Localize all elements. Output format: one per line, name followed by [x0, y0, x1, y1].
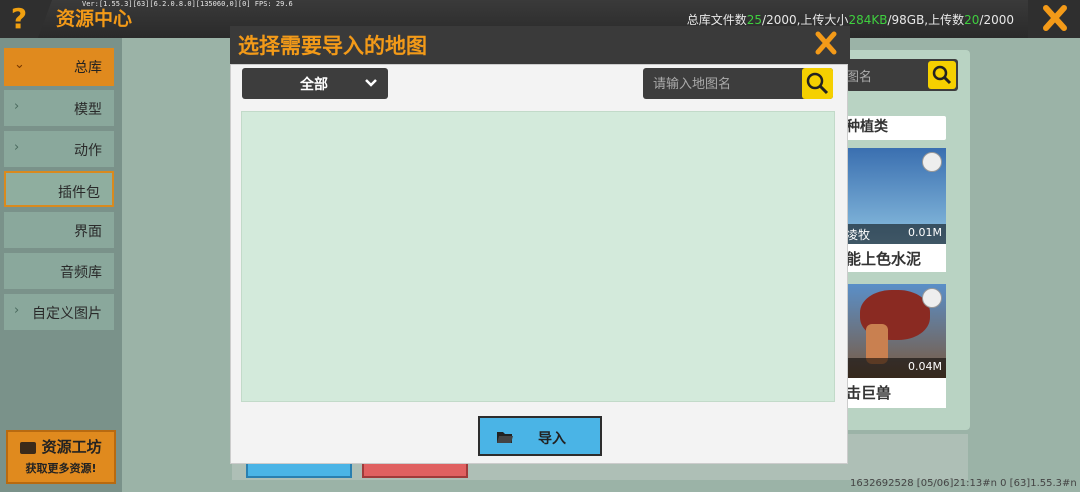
sidebar-item-ui[interactable]: 界面	[4, 212, 114, 248]
background-action-button-blue[interactable]	[246, 462, 352, 478]
import-label: 导入	[538, 431, 566, 447]
chevron-down-icon	[365, 79, 377, 87]
card-size: 0.01M	[908, 226, 942, 239]
upload-size-max: /98GB,上传数	[887, 13, 965, 27]
resource-card[interactable]: 种植类	[846, 116, 946, 140]
resource-workshop-button[interactable]: 资源工坊 获取更多资源!	[6, 430, 116, 484]
map-search-field	[643, 68, 833, 99]
card-size: 0.04M	[908, 360, 942, 373]
close-icon	[815, 31, 837, 55]
map-filter-dropdown[interactable]: 全部	[242, 68, 388, 99]
chevron-right-icon: ›	[14, 140, 20, 155]
chevron-right-icon: ›	[14, 303, 20, 318]
upload-count: 20	[964, 13, 980, 27]
sidebar-item-label: 音频库	[60, 265, 102, 281]
workshop-title: 资源工坊	[41, 438, 102, 456]
sidebar-item-all[interactable]: ⌄ 总库	[4, 48, 114, 86]
sidebar-item-custom-image[interactable]: › 自定义图片	[4, 294, 114, 330]
card-caption: 击巨兽	[846, 378, 946, 408]
close-button[interactable]	[1028, 0, 1080, 38]
modal-close-button[interactable]	[800, 26, 850, 64]
sidebar-item-label: 总库	[74, 60, 102, 76]
modal-title: 选择需要导入的地图	[238, 34, 427, 58]
import-button[interactable]: 导入	[478, 416, 602, 456]
sidebar-item-plugin-pack[interactable]: 插件包	[4, 171, 114, 207]
sidebar-item-label: 界面	[74, 224, 102, 240]
map-search-button[interactable]	[802, 68, 833, 99]
search-icon	[806, 72, 829, 95]
background-search-field: 图名	[846, 59, 958, 91]
background-action-button-red[interactable]	[362, 462, 468, 478]
shop-icon	[20, 441, 37, 454]
card-info-bar: 0.04M	[846, 358, 946, 378]
chevron-right-icon: ›	[14, 99, 20, 114]
map-list[interactable]	[241, 111, 835, 402]
select-checkbox[interactable]	[922, 152, 942, 172]
resource-card[interactable]: 0.04M 击巨兽	[846, 284, 946, 410]
upload-size: 284KB	[848, 13, 888, 27]
sidebar-item-label: 动作	[74, 143, 102, 159]
question-icon: ?	[10, 2, 28, 35]
stats-prefix: 总库文件数	[686, 13, 747, 27]
page-title: 资源中心	[56, 8, 133, 30]
filter-selected-value: 全部	[300, 77, 328, 93]
sidebar-item-label: 插件包	[58, 185, 100, 201]
card-author: 凌牧	[846, 228, 871, 242]
sidebar-item-model[interactable]: › 模型	[4, 90, 114, 126]
close-icon	[1043, 5, 1067, 31]
card-name: 击巨兽	[846, 384, 892, 402]
folder-open-icon	[497, 432, 513, 443]
resource-card[interactable]: 凌牧 0.01M 能上色水泥	[846, 148, 946, 272]
background-search-placeholder: 图名	[846, 70, 873, 85]
file-count-max: /2000,上传大小	[762, 13, 849, 27]
sidebar-item-label: 模型	[74, 102, 102, 118]
card-info-bar: 凌牧 0.01M	[846, 224, 946, 244]
sidebar-item-action[interactable]: › 动作	[4, 131, 114, 167]
select-checkbox[interactable]	[922, 288, 942, 308]
background-search-icon	[928, 61, 956, 89]
map-search-input[interactable]	[651, 72, 805, 96]
card-name: 能上色水泥	[846, 250, 922, 268]
card-caption: 能上色水泥	[846, 244, 946, 272]
workshop-subtitle: 获取更多资源!	[25, 462, 97, 475]
help-button[interactable]: ?	[0, 0, 38, 38]
file-count: 25	[746, 13, 763, 27]
build-info-text: 1632692528 [05/06]21:13#n 0 [63]1.55.3#n	[850, 478, 1077, 489]
version-info: Ver:[1.55.3][63][6.2.0.8.0][135060,0][0]…	[82, 0, 293, 8]
upload-count-max: /2000	[979, 13, 1014, 27]
chevron-down-icon: ⌄	[14, 57, 25, 72]
sidebar-item-audio[interactable]: 音频库	[4, 253, 114, 289]
card-title: 种植类	[846, 119, 888, 135]
help-button-edge	[38, 0, 52, 38]
sidebar-item-label: 自定义图片	[32, 306, 102, 322]
